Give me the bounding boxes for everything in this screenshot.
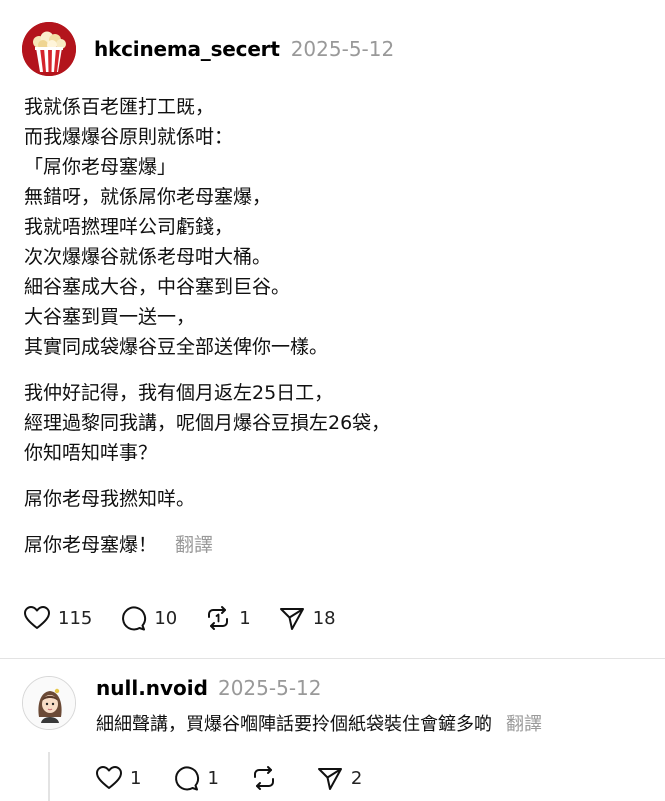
post-paragraph: 我就係百老匯打工既， 而我爆爆谷原則就係咁： 「屌你老母塞爆」 無錯呀，就係屌你…	[24, 92, 644, 362]
reply-repost-button[interactable]	[249, 763, 285, 793]
post-line: 屌你老母我撚知咩。	[24, 488, 196, 510]
repost-arrows-icon	[253, 766, 274, 790]
avatar[interactable]	[22, 676, 76, 730]
reply-like-count: 1	[130, 767, 142, 789]
post-date: 2025-5-12	[290, 37, 395, 61]
comment-count: 10	[154, 607, 178, 629]
paper-plane-icon	[279, 608, 304, 630]
popcorn-bucket-icon	[22, 22, 76, 76]
post-line: 大谷塞到買一送一，	[24, 306, 196, 328]
post-line: 我仲好記得，我有個月返左25日工，	[24, 382, 334, 404]
post-line: 我就唔撚理咩公司虧錢，	[24, 216, 234, 238]
post-line: 其實同成袋爆谷豆全部送俾你一樣。	[24, 336, 329, 358]
speech-bubble-icon	[122, 606, 147, 631]
post-line: 「屌你老母塞爆」	[24, 156, 177, 178]
reply: null.nvoid 2025-5-12 細細聲講，買爆谷嗰陣話要拎個紙袋裝住會…	[22, 676, 542, 736]
avatar[interactable]	[22, 22, 76, 76]
reply-actions: 1 1 2	[94, 760, 392, 796]
repost-arrows-icon	[208, 606, 229, 630]
reply-author[interactable]: null.nvoid	[96, 676, 208, 700]
like-count: 115	[58, 607, 93, 629]
post-actions: 115 10 1 18	[22, 600, 362, 636]
paper-plane-icon	[317, 768, 342, 790]
translate-link[interactable]: 翻譯	[175, 534, 213, 556]
thread-line	[48, 752, 50, 801]
share-button[interactable]: 18	[277, 603, 336, 633]
post-header: hkcinema_secert 2025-5-12	[22, 20, 394, 78]
post-paragraph: 我仲好記得，我有個月返左25日工， 經理過黎同我講，呢個月￼爆谷豆損左26袋， …	[24, 378, 644, 468]
reply-share-button[interactable]: 2	[315, 763, 362, 793]
post-line: 細谷塞成大谷，中谷塞到巨谷。	[24, 276, 291, 298]
cartoon-girl-avatar-icon	[23, 677, 75, 729]
heart-icon	[24, 606, 50, 629]
reply-meta: null.nvoid 2025-5-12 細細聲講，買爆谷嗰陣話要拎個紙袋裝住會…	[96, 676, 542, 736]
reply-share-count: 2	[350, 767, 363, 789]
post-line: 我就係百老匯打工既，	[24, 96, 215, 118]
comment-button[interactable]: 10	[118, 603, 177, 633]
reply-text: 細細聲講，買爆谷嗰陣話要拎個紙袋裝住會鏟多啲 翻譯	[96, 710, 542, 736]
share-count: 18	[312, 607, 336, 629]
post-line: 無錯呀，就係屌你老母塞爆，	[24, 186, 272, 208]
post-last-line: 屌你老母塞爆！ 翻譯	[24, 530, 644, 560]
post-paragraph: 屌你老母塞爆！ 翻譯	[24, 530, 644, 560]
post-line: 你知唔知咩事？	[24, 442, 158, 464]
reply-author-line: null.nvoid 2025-5-12	[96, 676, 542, 706]
post-line: 經理過黎同我講，呢個月￼爆谷豆損左26袋，	[24, 412, 391, 434]
reply-text-body: 細細聲講，買爆谷嗰陣話要拎個紙袋裝住會鏟多啲	[96, 714, 492, 735]
repost-button[interactable]: 1	[203, 603, 251, 633]
post-line-text: 屌你老母塞爆！	[24, 534, 158, 556]
post-line: 次次爆爆谷就係老母咁大桶。	[24, 246, 272, 268]
heart-icon	[96, 766, 122, 789]
reply-date: 2025-5-12	[217, 676, 322, 700]
post-line: 而我爆爆谷原則就係咁：	[24, 126, 234, 148]
divider	[0, 658, 665, 659]
post-paragraph: 屌你老母我撚知咩。	[24, 484, 644, 514]
reply-comment-button[interactable]: 1	[171, 763, 219, 793]
post-body: 我就係百老匯打工既， 而我爆爆谷原則就係咁： 「屌你老母塞爆」 無錯呀，就係屌你…	[24, 92, 644, 576]
speech-bubble-icon	[175, 766, 200, 791]
reply-comment-count: 1	[207, 767, 219, 789]
like-button[interactable]: 115	[22, 603, 92, 633]
repost-count: 1	[239, 607, 251, 629]
reply-like-button[interactable]: 1	[94, 763, 141, 793]
post-author[interactable]: hkcinema_secert	[94, 37, 280, 61]
translate-link[interactable]: 翻譯	[506, 714, 542, 735]
